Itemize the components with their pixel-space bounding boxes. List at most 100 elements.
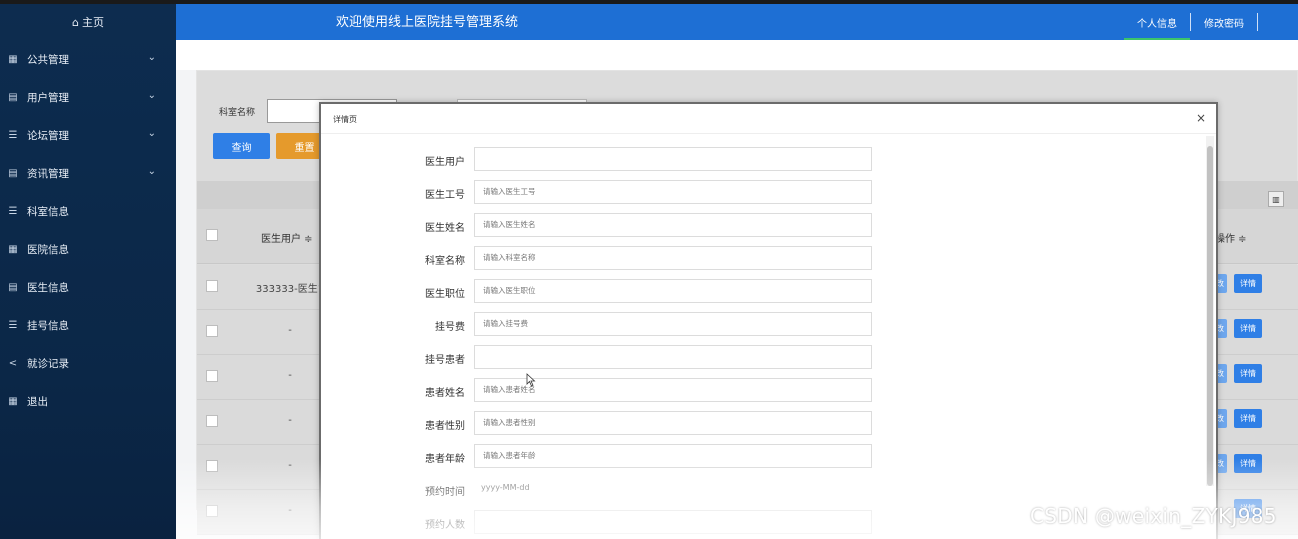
list-icon: ☰: [8, 205, 18, 217]
detail-modal: 详情页 × 医生用户 医生工号 请输入医生工号 医生姓名 请输入医生姓名 科室名…: [319, 102, 1218, 539]
detail-button[interactable]: 详情: [1234, 274, 1262, 293]
field-dept-name: 科室名称 请输入科室名称: [321, 246, 1201, 270]
sidebar-item-visits[interactable]: < 就诊记录: [0, 344, 176, 382]
detail-button[interactable]: 详情: [1234, 409, 1262, 428]
field-patient-name: 患者姓名 请输入患者姓名: [321, 378, 1201, 402]
detail-button[interactable]: 详情: [1234, 319, 1262, 338]
sidebar-item-public[interactable]: ▦ 公共管理 ⌄: [0, 40, 176, 78]
col-doctor-user[interactable]: 医生用户 ≑: [261, 230, 313, 245]
field-label: 医生工号: [425, 190, 465, 201]
dept-search-label: 科室名称: [219, 107, 256, 118]
doctor-user-input[interactable]: [474, 147, 872, 171]
grid-icon: ▦: [8, 53, 18, 65]
sidebar-home[interactable]: ⌂ 主页: [0, 4, 176, 40]
columns-icon[interactable]: ▥: [1268, 191, 1284, 207]
field-label: 科室名称: [425, 256, 465, 267]
doctor-id-input[interactable]: 请输入医生工号: [474, 180, 872, 204]
row-checkbox[interactable]: [206, 460, 218, 472]
field-appointment-time: 预约时间 yyyy-MM-dd: [321, 477, 1201, 501]
field-label: 挂号患者: [425, 355, 465, 366]
close-icon[interactable]: ×: [1196, 111, 1206, 125]
fee-input[interactable]: 请输入挂号费: [474, 312, 872, 336]
field-label: 患者年龄: [425, 454, 465, 465]
sidebar-item-users[interactable]: ▤ 用户管理 ⌄: [0, 78, 176, 116]
grid-icon: ▦: [8, 243, 18, 255]
sidebar-item-department[interactable]: ☰ 科室信息: [0, 192, 176, 230]
field-doctor-id: 医生工号 请输入医生工号: [321, 180, 1201, 204]
field-doctor-name: 医生姓名 请输入医生姓名: [321, 213, 1201, 237]
field-patient-age: 患者年龄 请输入患者年龄: [321, 444, 1201, 468]
dept-name-input[interactable]: 请输入科室名称: [474, 246, 872, 270]
sidebar-item-forum[interactable]: ☰ 论坛管理 ⌄: [0, 116, 176, 154]
chevron-down-icon: ⌄: [147, 128, 156, 139]
book-icon: ▤: [8, 281, 18, 293]
sidebar-item-label: 挂号信息: [27, 319, 69, 332]
book-icon: ▤: [8, 91, 18, 103]
home-icon: ⌂: [72, 15, 79, 29]
row-checkbox[interactable]: [206, 505, 218, 517]
sidebar-item-label: 退出: [27, 395, 48, 408]
row-checkbox[interactable]: [206, 415, 218, 427]
patient-user-input[interactable]: [474, 345, 872, 369]
header-links: 个人信息 修改密码: [1124, 4, 1258, 40]
query-button[interactable]: 查询: [213, 133, 270, 159]
sidebar-item-label: 就诊记录: [27, 357, 69, 370]
detail-button[interactable]: 详情: [1234, 364, 1262, 383]
sidebar: ⌂ 主页 ▦ 公共管理 ⌄ ▤ 用户管理 ⌄ ☰ 论坛管理 ⌄ ▤ 资讯管理 ⌄…: [0, 4, 176, 539]
modal-header: 详情页 ×: [321, 104, 1216, 134]
field-doctor-position: 医生职位 请输入医生职位: [321, 279, 1201, 303]
sidebar-item-label: 医院信息: [27, 243, 69, 256]
field-label: 预约人数: [425, 520, 465, 531]
appointment-date-picker[interactable]: yyyy-MM-dd: [481, 483, 530, 492]
sidebar-item-label: 资讯管理: [27, 167, 69, 180]
sidebar-item-label: 用户管理: [27, 91, 69, 104]
sidebar-item-logout[interactable]: ▦ 退出: [0, 382, 176, 420]
appointment-count-input[interactable]: [474, 510, 872, 534]
field-label: 患者性别: [425, 421, 465, 432]
chevron-down-icon: ⌄: [147, 166, 156, 177]
field-label: 医生职位: [425, 289, 465, 300]
field-label: 预约时间: [425, 487, 465, 498]
header-divider: [1257, 13, 1258, 31]
field-label: 医生姓名: [425, 223, 465, 234]
book-icon: ▤: [8, 167, 18, 179]
sidebar-item-doctor[interactable]: ▤ 医生信息: [0, 268, 176, 306]
sidebar-item-news[interactable]: ▤ 资讯管理 ⌄: [0, 154, 176, 192]
list-icon: ☰: [8, 319, 18, 331]
top-header: 欢迎使用线上医院挂号管理系统 个人信息 修改密码: [176, 4, 1298, 40]
system-title: 欢迎使用线上医院挂号管理系统: [336, 15, 519, 30]
grid-icon: ▦: [8, 395, 18, 407]
field-label: 患者姓名: [425, 388, 465, 399]
patient-gender-input[interactable]: 请输入患者性别: [474, 411, 872, 435]
modal-title: 详情页: [333, 115, 357, 124]
sidebar-home-label: 主页: [81, 16, 104, 29]
mouse-cursor-icon: [526, 373, 536, 387]
select-all-checkbox[interactable]: [206, 229, 218, 241]
row-checkbox[interactable]: [206, 325, 218, 337]
patient-age-input[interactable]: 请输入患者年龄: [474, 444, 872, 468]
list-icon: ☰: [8, 129, 18, 141]
chevron-down-icon: ⌄: [147, 52, 156, 63]
sidebar-item-label: 公共管理: [27, 53, 69, 66]
field-label: 医生用户: [425, 157, 465, 168]
field-label: 挂号费: [435, 322, 465, 333]
col-actions[interactable]: 操作 ≑: [1215, 230, 1247, 245]
detail-button[interactable]: 详情: [1234, 454, 1262, 473]
change-password-link[interactable]: 修改密码: [1191, 4, 1257, 40]
row-checkbox[interactable]: [206, 280, 218, 292]
field-fee: 挂号费 请输入挂号费: [321, 312, 1201, 336]
chevron-down-icon: ⌄: [147, 90, 156, 101]
sidebar-item-hospital[interactable]: ▦ 医院信息: [0, 230, 176, 268]
share-icon: <: [8, 357, 18, 369]
row-checkbox[interactable]: [206, 370, 218, 382]
sidebar-item-registration[interactable]: ☰ 挂号信息: [0, 306, 176, 344]
watermark: CSDN @weixin_ZYKJ985: [1030, 504, 1277, 528]
field-patient-user: 挂号患者: [321, 345, 1201, 369]
sidebar-item-label: 科室信息: [27, 205, 69, 218]
doctor-name-input[interactable]: 请输入医生姓名: [474, 213, 872, 237]
field-doctor-user: 医生用户: [321, 147, 1201, 171]
field-patient-gender: 患者性别 请输入患者性别: [321, 411, 1201, 435]
modal-scrollbar-thumb[interactable]: [1207, 146, 1213, 486]
profile-link[interactable]: 个人信息: [1124, 4, 1190, 40]
doctor-position-input[interactable]: 请输入医生职位: [474, 279, 872, 303]
